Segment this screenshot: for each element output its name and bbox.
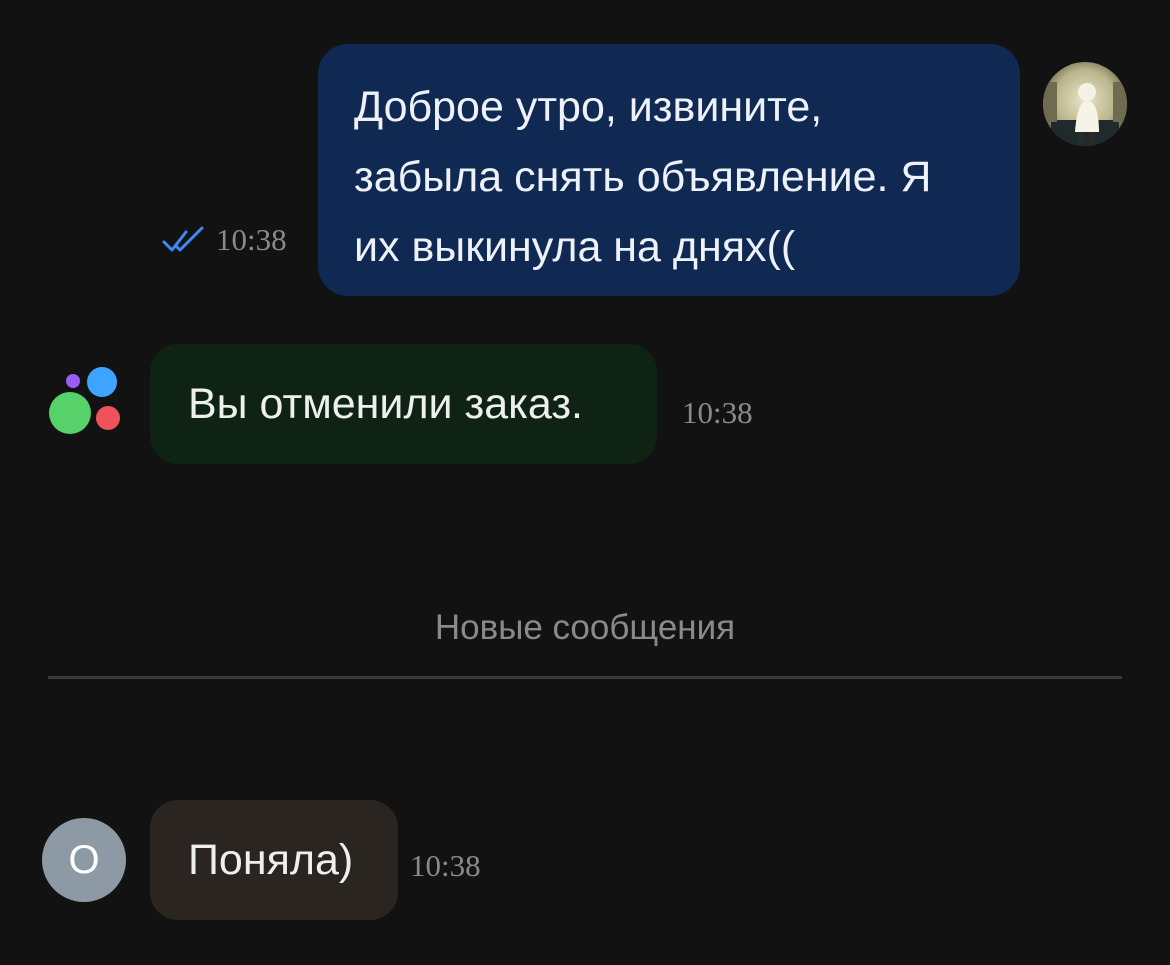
new-messages-divider xyxy=(48,676,1122,679)
read-double-check-icon xyxy=(162,226,204,252)
outgoing-message-line: забыла снять объявление. Я xyxy=(354,153,932,201)
system-message-time: 10:38 xyxy=(682,395,753,430)
incoming-message-time: 10:38 xyxy=(410,848,481,883)
outgoing-message-meta: 10:38 xyxy=(162,222,287,258)
outgoing-message-line: их выкинула на днях(( xyxy=(354,223,796,271)
avatar-photo-image xyxy=(1043,62,1127,146)
app-logo-icon xyxy=(46,366,126,436)
outgoing-message-line: Доброе утро, извините, xyxy=(354,83,823,131)
new-messages-divider-label: Новые сообщения xyxy=(434,608,736,647)
own-avatar[interactable] xyxy=(1043,62,1127,146)
sender-avatar[interactable]: О xyxy=(42,818,126,902)
system-message-bubble[interactable]: Вы отменили заказ. xyxy=(150,344,657,464)
incoming-message-text: Поняла) xyxy=(188,835,354,884)
incoming-message-bubble[interactable]: Поняла) xyxy=(150,800,398,920)
system-message-text: Вы отменили заказ. xyxy=(188,379,583,428)
outgoing-message-time: 10:38 xyxy=(216,222,287,257)
outgoing-message-bubble[interactable]: Доброе утро, извините, забыла снять объя… xyxy=(318,44,1020,296)
sender-avatar-letter: О xyxy=(68,837,100,882)
